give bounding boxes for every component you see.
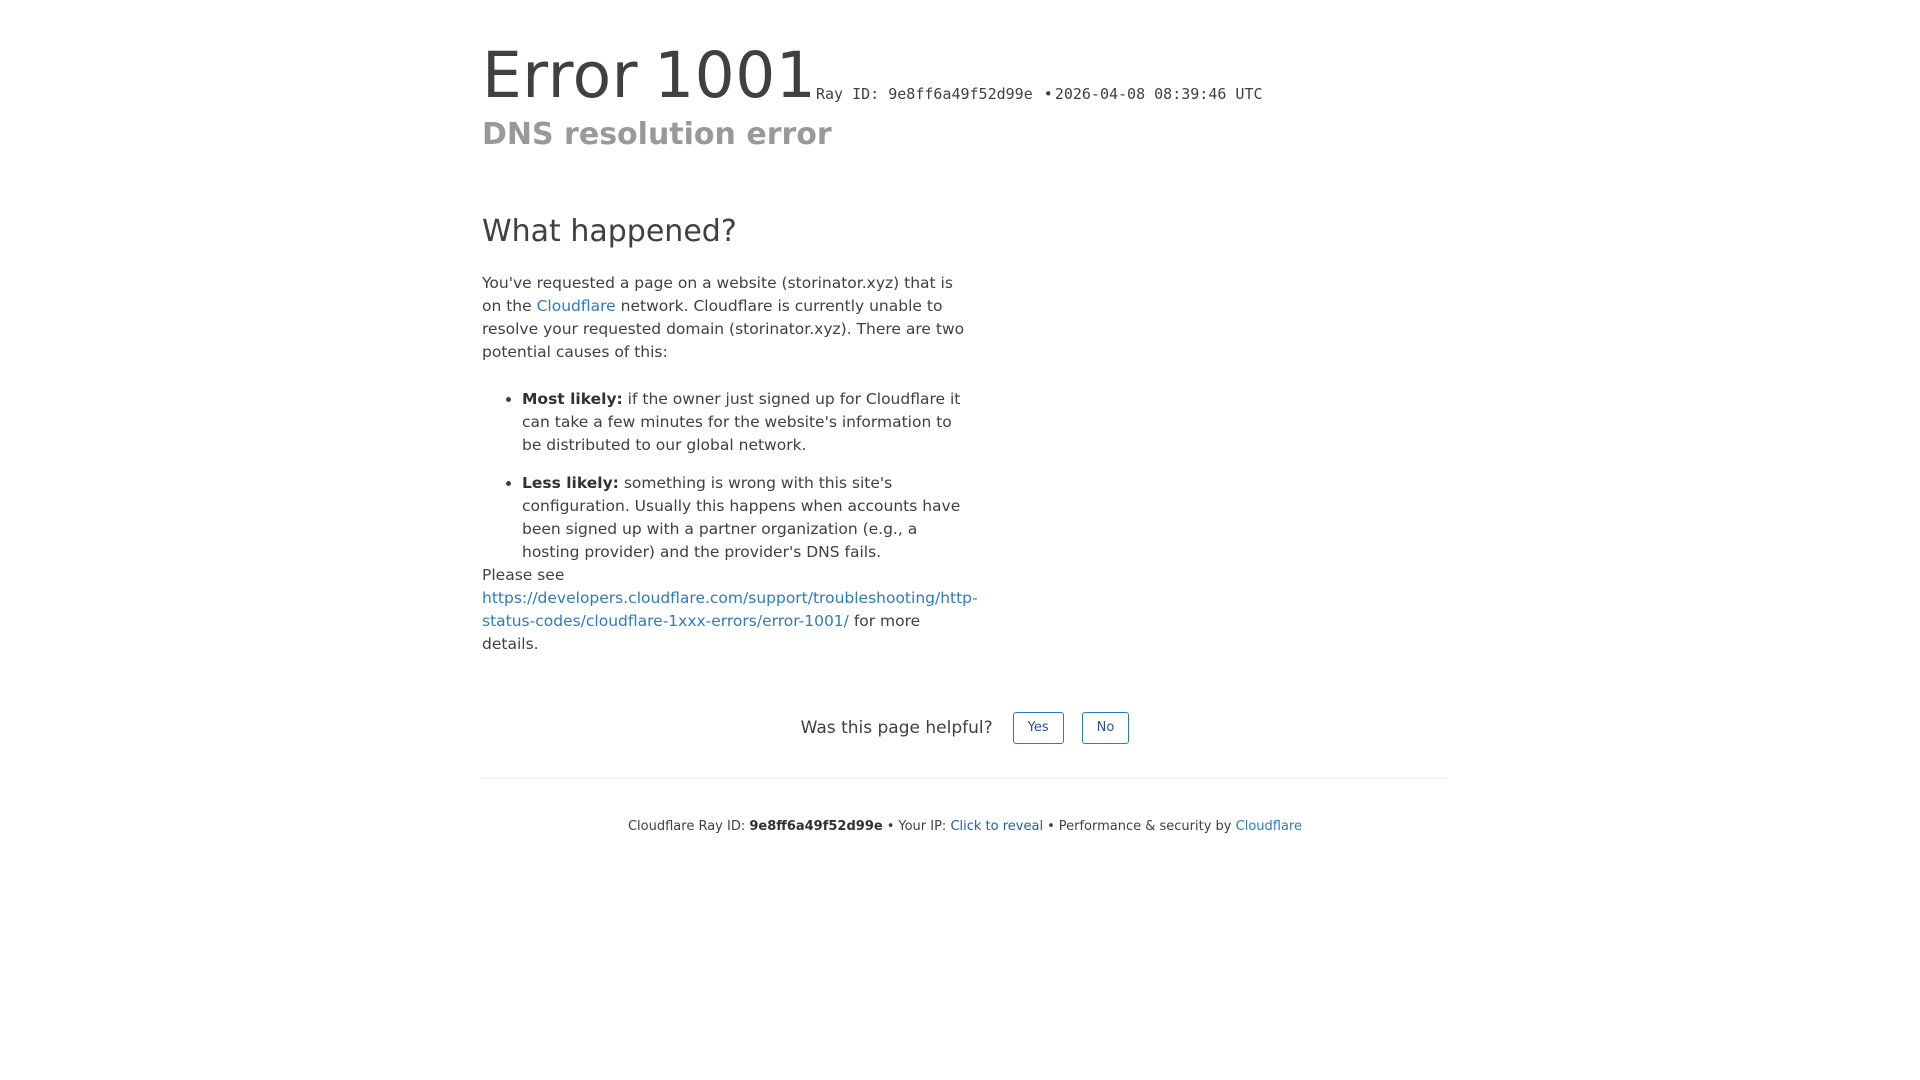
list-item: Less likely: something is wrong with thi…: [522, 472, 972, 564]
see-prefix: Please see: [482, 566, 565, 584]
feedback-question: Was this page helpful?: [800, 718, 993, 738]
error-subtitle: DNS resolution error: [482, 117, 832, 152]
what-happened-section: What happened? You've requested a page o…: [482, 212, 978, 656]
footer-bullet: •: [886, 819, 895, 834]
intro-paragraph: You've requested a page on a website (st…: [482, 272, 972, 364]
footer-ip-label: Your IP:: [898, 819, 947, 834]
what-happened-heading: What happened?: [482, 214, 737, 249]
footer-divider: [482, 778, 1448, 779]
footer-ray-id: 9e8ff6a49f52d99e: [749, 819, 883, 834]
see-more-paragraph: Please see https://developers.cloudflare…: [482, 564, 978, 656]
ray-id-meta: Ray ID: 9e8ff6a49f52d99e • 2026-04-08 08:…: [816, 84, 1263, 104]
error-word: Error: [482, 39, 639, 112]
cause-label: Less likely:: [522, 474, 619, 492]
cause-label: Most likely:: [522, 390, 623, 408]
meta-separator: •: [1043, 85, 1053, 103]
footer-ray-label: Cloudflare Ray ID:: [627, 819, 746, 834]
error-title: Error 1001: [482, 38, 816, 114]
page-wrapper: Error 1001 Ray ID: 9e8ff6a49f52d99e • 2026…: [482, 0, 1448, 834]
cloudflare-link[interactable]: Cloudflare: [537, 297, 616, 315]
ray-id-label: Ray ID:: [816, 85, 880, 103]
timestamp: 2026-04-08 08:39:46 UTC: [1054, 85, 1263, 103]
footer-perf-label: Performance & security by: [1058, 819, 1232, 834]
feedback-bar: Was this page helpful? Yes No: [482, 710, 1448, 746]
footer-cloudflare-link[interactable]: Cloudflare: [1236, 819, 1302, 834]
reveal-ip-link[interactable]: Click to reveal: [950, 819, 1043, 834]
causes-list: Most likely: if the owner just signed up…: [482, 388, 972, 564]
feedback-no-button[interactable]: No: [1081, 712, 1130, 744]
error-code: 1001: [654, 39, 817, 112]
footer: Cloudflare Ray ID: 9e8ff6a49f52d99e • Your…: [482, 817, 1448, 837]
footer-bullet: •: [1047, 819, 1055, 834]
feedback-yes-button[interactable]: Yes: [1012, 712, 1064, 744]
ray-id-value: 9e8ff6a49f52d99e: [888, 85, 1033, 103]
error-header: Error 1001 Ray ID: 9e8ff6a49f52d99e • 2026…: [482, 0, 1448, 160]
list-item: Most likely: if the owner just signed up…: [522, 388, 972, 457]
